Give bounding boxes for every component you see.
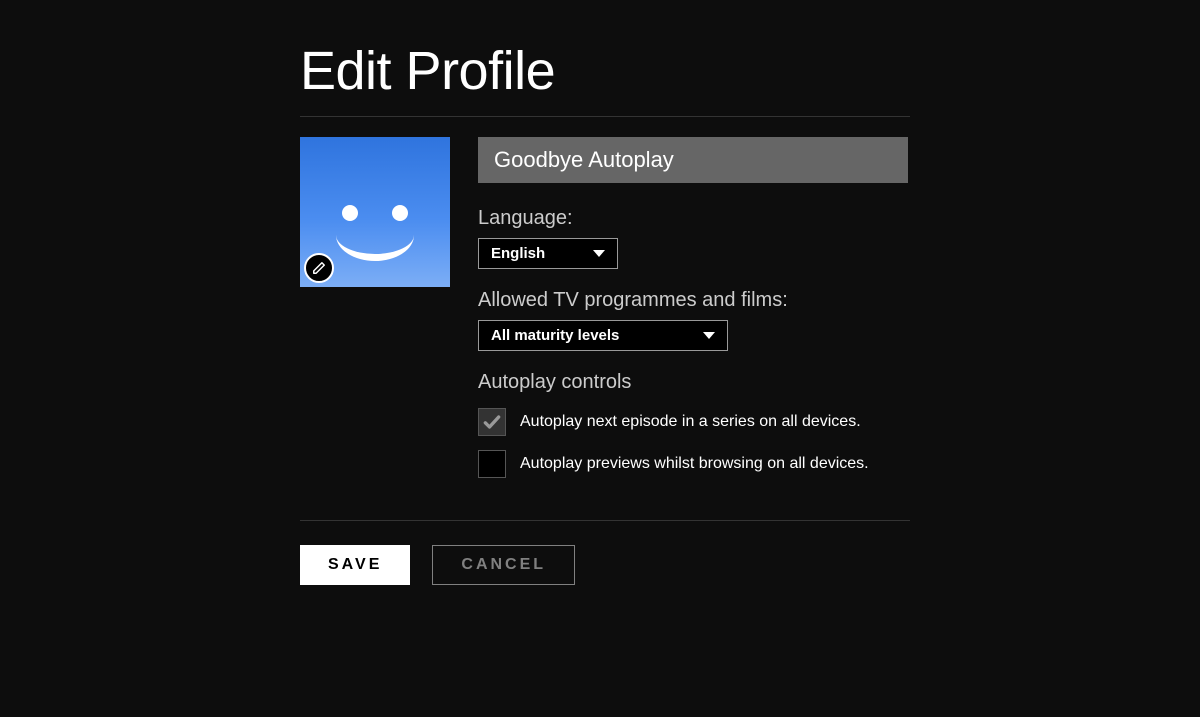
- page-title: Edit Profile: [300, 40, 900, 102]
- maturity-label: Allowed TV programmes and films:: [478, 289, 908, 312]
- avatar-eye-right: [392, 205, 408, 221]
- actions-row: SAVE CANCEL: [300, 545, 900, 585]
- autoplay-next-episode-row: Autoplay next episode in a series on all…: [478, 408, 908, 436]
- divider-top: [300, 116, 910, 117]
- autoplay-previews-row: Autoplay previews whilst browsing on all…: [478, 450, 908, 478]
- language-selected-value: English: [491, 245, 545, 262]
- maturity-selected-value: All maturity levels: [491, 327, 619, 344]
- pencil-icon: [312, 261, 326, 275]
- profile-avatar[interactable]: [300, 137, 450, 287]
- caret-down-icon: [703, 332, 715, 339]
- save-button[interactable]: SAVE: [300, 545, 410, 585]
- language-label: Language:: [478, 207, 908, 230]
- cancel-button[interactable]: CANCEL: [432, 545, 575, 585]
- autoplay-next-episode-checkbox[interactable]: [478, 408, 506, 436]
- profile-name-input[interactable]: [478, 137, 908, 183]
- check-icon: [482, 412, 502, 432]
- maturity-select[interactable]: All maturity levels: [478, 320, 728, 351]
- edit-avatar-button[interactable]: [304, 253, 334, 283]
- avatar-smile: [336, 231, 414, 261]
- autoplay-section-title: Autoplay controls: [478, 371, 908, 394]
- divider-bottom: [300, 520, 910, 521]
- caret-down-icon: [593, 250, 605, 257]
- language-select[interactable]: English: [478, 238, 618, 269]
- avatar-eye-left: [342, 205, 358, 221]
- autoplay-previews-checkbox[interactable]: [478, 450, 506, 478]
- autoplay-next-episode-label: Autoplay next episode in a series on all…: [520, 413, 861, 431]
- autoplay-previews-label: Autoplay previews whilst browsing on all…: [520, 455, 869, 473]
